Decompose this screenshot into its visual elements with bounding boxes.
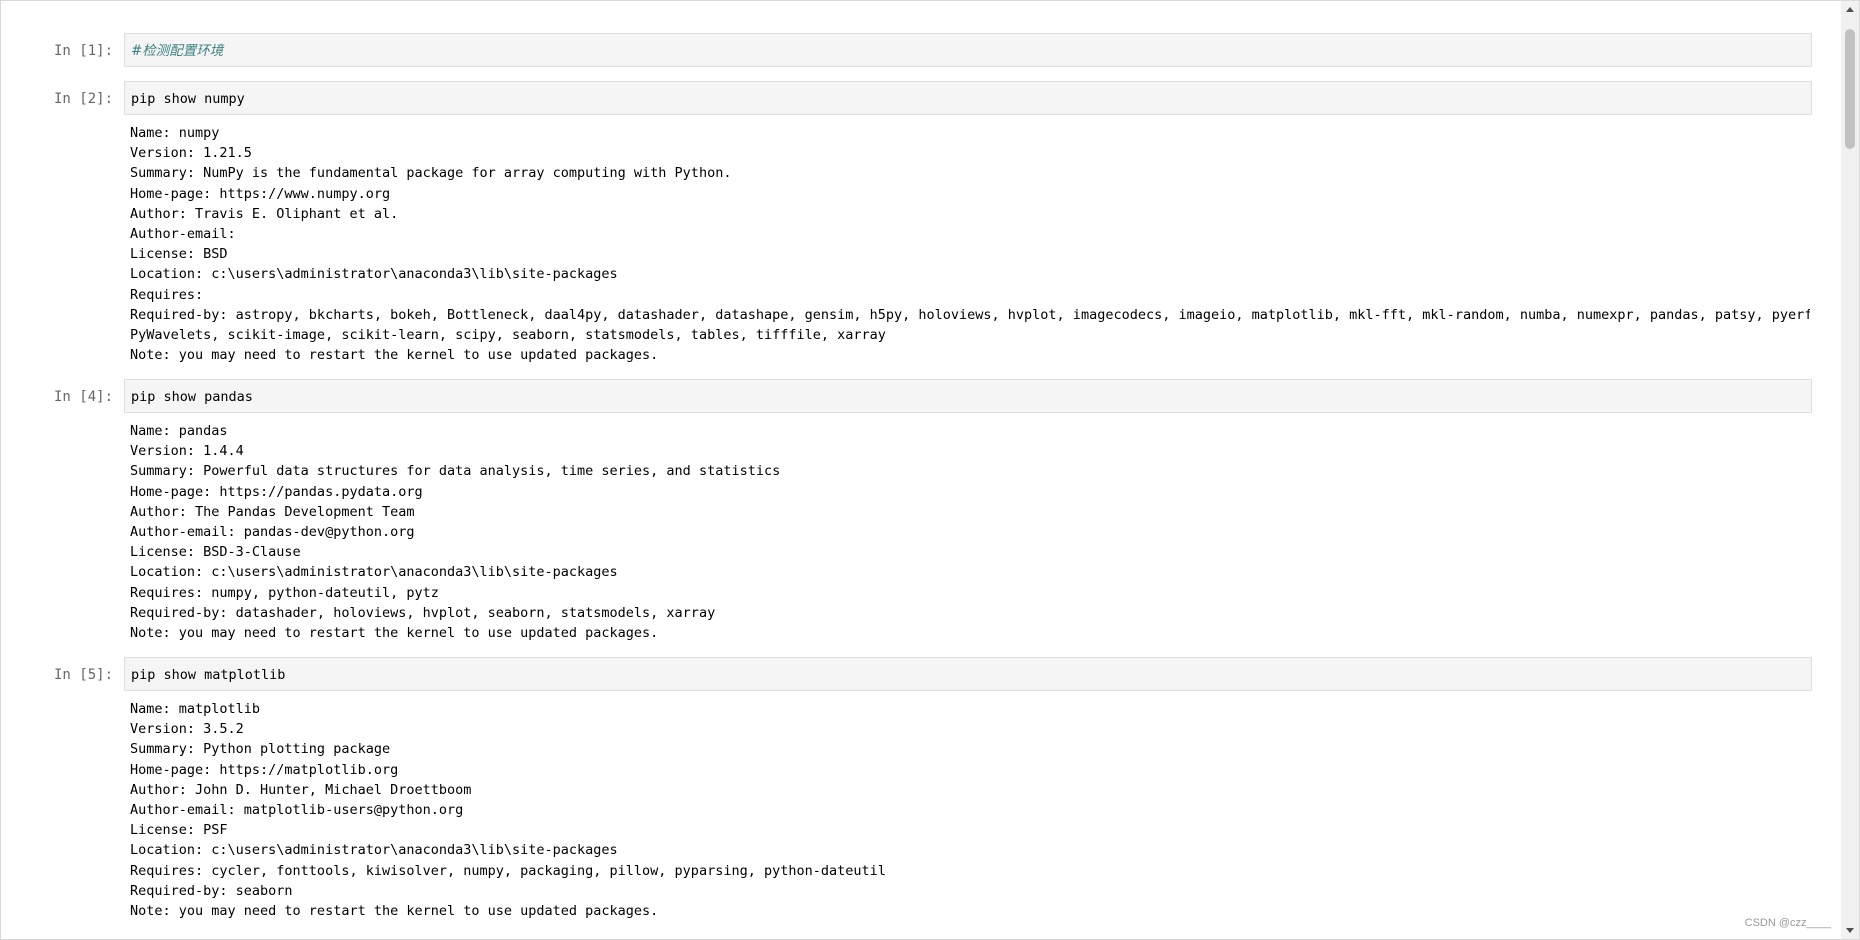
output-line: Author: The Pandas Development Team bbox=[130, 503, 415, 520]
output-line: Location: c:\users\administrator\anacond… bbox=[130, 564, 618, 581]
output-line: Required-by: datashader, holoviews, hvpl… bbox=[130, 604, 716, 621]
cell-output: Name: pandas Version: 1.4.4 Summary: Pow… bbox=[130, 421, 1810, 643]
output-line: Author-email: bbox=[130, 225, 236, 242]
scroll-down-arrow-icon[interactable] bbox=[1841, 921, 1859, 939]
output-line: Summary: Powerful data structures for da… bbox=[130, 463, 781, 480]
watermark: CSDN @czz____ bbox=[1744, 917, 1831, 929]
output-line: Note: you may need to restart the kernel… bbox=[130, 624, 659, 641]
output-line: Summary: Python plotting package bbox=[130, 741, 391, 758]
output-line: License: BSD-3-Clause bbox=[130, 544, 301, 561]
cell-code[interactable]: pip show pandas bbox=[131, 387, 253, 407]
output-line: Location: c:\users\administrator\anacond… bbox=[130, 842, 618, 859]
output-line: Author-email: pandas-dev@python.org bbox=[130, 523, 415, 540]
cell-input[interactable]: pip show numpy bbox=[124, 81, 1812, 115]
cell-output: Name: matplotlib Version: 3.5.2 Summary:… bbox=[130, 699, 1810, 921]
vertical-scrollbar[interactable] bbox=[1841, 1, 1859, 939]
output-line: Author-email: matplotlib-users@python.or… bbox=[130, 801, 464, 818]
output-line: Version: 1.21.5 bbox=[130, 145, 252, 162]
output-line: License: BSD bbox=[130, 246, 228, 263]
cell-output: Name: numpy Version: 1.21.5 Summary: Num… bbox=[130, 123, 1810, 365]
output-line: Name: numpy bbox=[130, 125, 220, 141]
cell-input[interactable]: #检测配置环境 bbox=[124, 33, 1812, 67]
output-line: Location: c:\users\administrator\anacond… bbox=[130, 266, 618, 283]
output-line: Version: 1.4.4 bbox=[130, 443, 244, 460]
cell-input[interactable]: pip show matplotlib bbox=[124, 657, 1812, 691]
cell-prompt: In [2]: bbox=[54, 91, 114, 107]
notebook-window: In [1]: #检测配置环境 In [2]: pip show numpy N… bbox=[0, 0, 1860, 940]
output-line: Requires: cycler, fonttools, kiwisolver,… bbox=[130, 862, 886, 879]
cell-prompt: In [5]: bbox=[54, 667, 114, 683]
cell-code[interactable]: #检测配置环境 bbox=[131, 41, 223, 61]
output-line: PyWavelets, scikit-image, scikit-learn, … bbox=[130, 326, 886, 343]
output-line: Required-by: seaborn bbox=[130, 882, 293, 899]
output-line: Requires: numpy, python-dateutil, pytz bbox=[130, 584, 439, 601]
cell-prompt: In [4]: bbox=[54, 389, 114, 405]
scrollbar-thumb[interactable] bbox=[1845, 29, 1855, 149]
output-line: Requires: bbox=[130, 286, 204, 303]
output-line: Home-page: https://www.numpy.org bbox=[130, 185, 391, 202]
output-line: Required-by: astropy, bkcharts, bokeh, B… bbox=[130, 306, 1810, 323]
output-line: Home-page: https://matplotlib.org bbox=[130, 761, 399, 778]
cell-code[interactable]: pip show matplotlib bbox=[131, 665, 285, 685]
output-line: Home-page: https://pandas.pydata.org bbox=[130, 483, 423, 500]
notebook-container: In [1]: #检测配置环境 In [2]: pip show numpy N… bbox=[1, 1, 1841, 939]
output-line: Summary: NumPy is the fundamental packag… bbox=[130, 165, 732, 182]
cell-prompt: In [1]: bbox=[54, 43, 114, 59]
output-line: Version: 3.5.2 bbox=[130, 721, 244, 738]
cell-code[interactable]: pip show numpy bbox=[131, 89, 245, 109]
output-line: Name: pandas bbox=[130, 423, 228, 439]
output-line: Note: you may need to restart the kernel… bbox=[130, 902, 659, 919]
output-line: Author: John D. Hunter, Michael Droettbo… bbox=[130, 781, 472, 798]
output-line: Author: Travis E. Oliphant et al. bbox=[130, 205, 399, 222]
cell-input[interactable]: pip show pandas bbox=[124, 379, 1812, 413]
scroll-up-arrow-icon[interactable] bbox=[1841, 1, 1859, 19]
output-line: License: PSF bbox=[130, 822, 228, 839]
output-line: Name: matplotlib bbox=[130, 701, 261, 717]
output-line: Note: you may need to restart the kernel… bbox=[130, 347, 659, 364]
